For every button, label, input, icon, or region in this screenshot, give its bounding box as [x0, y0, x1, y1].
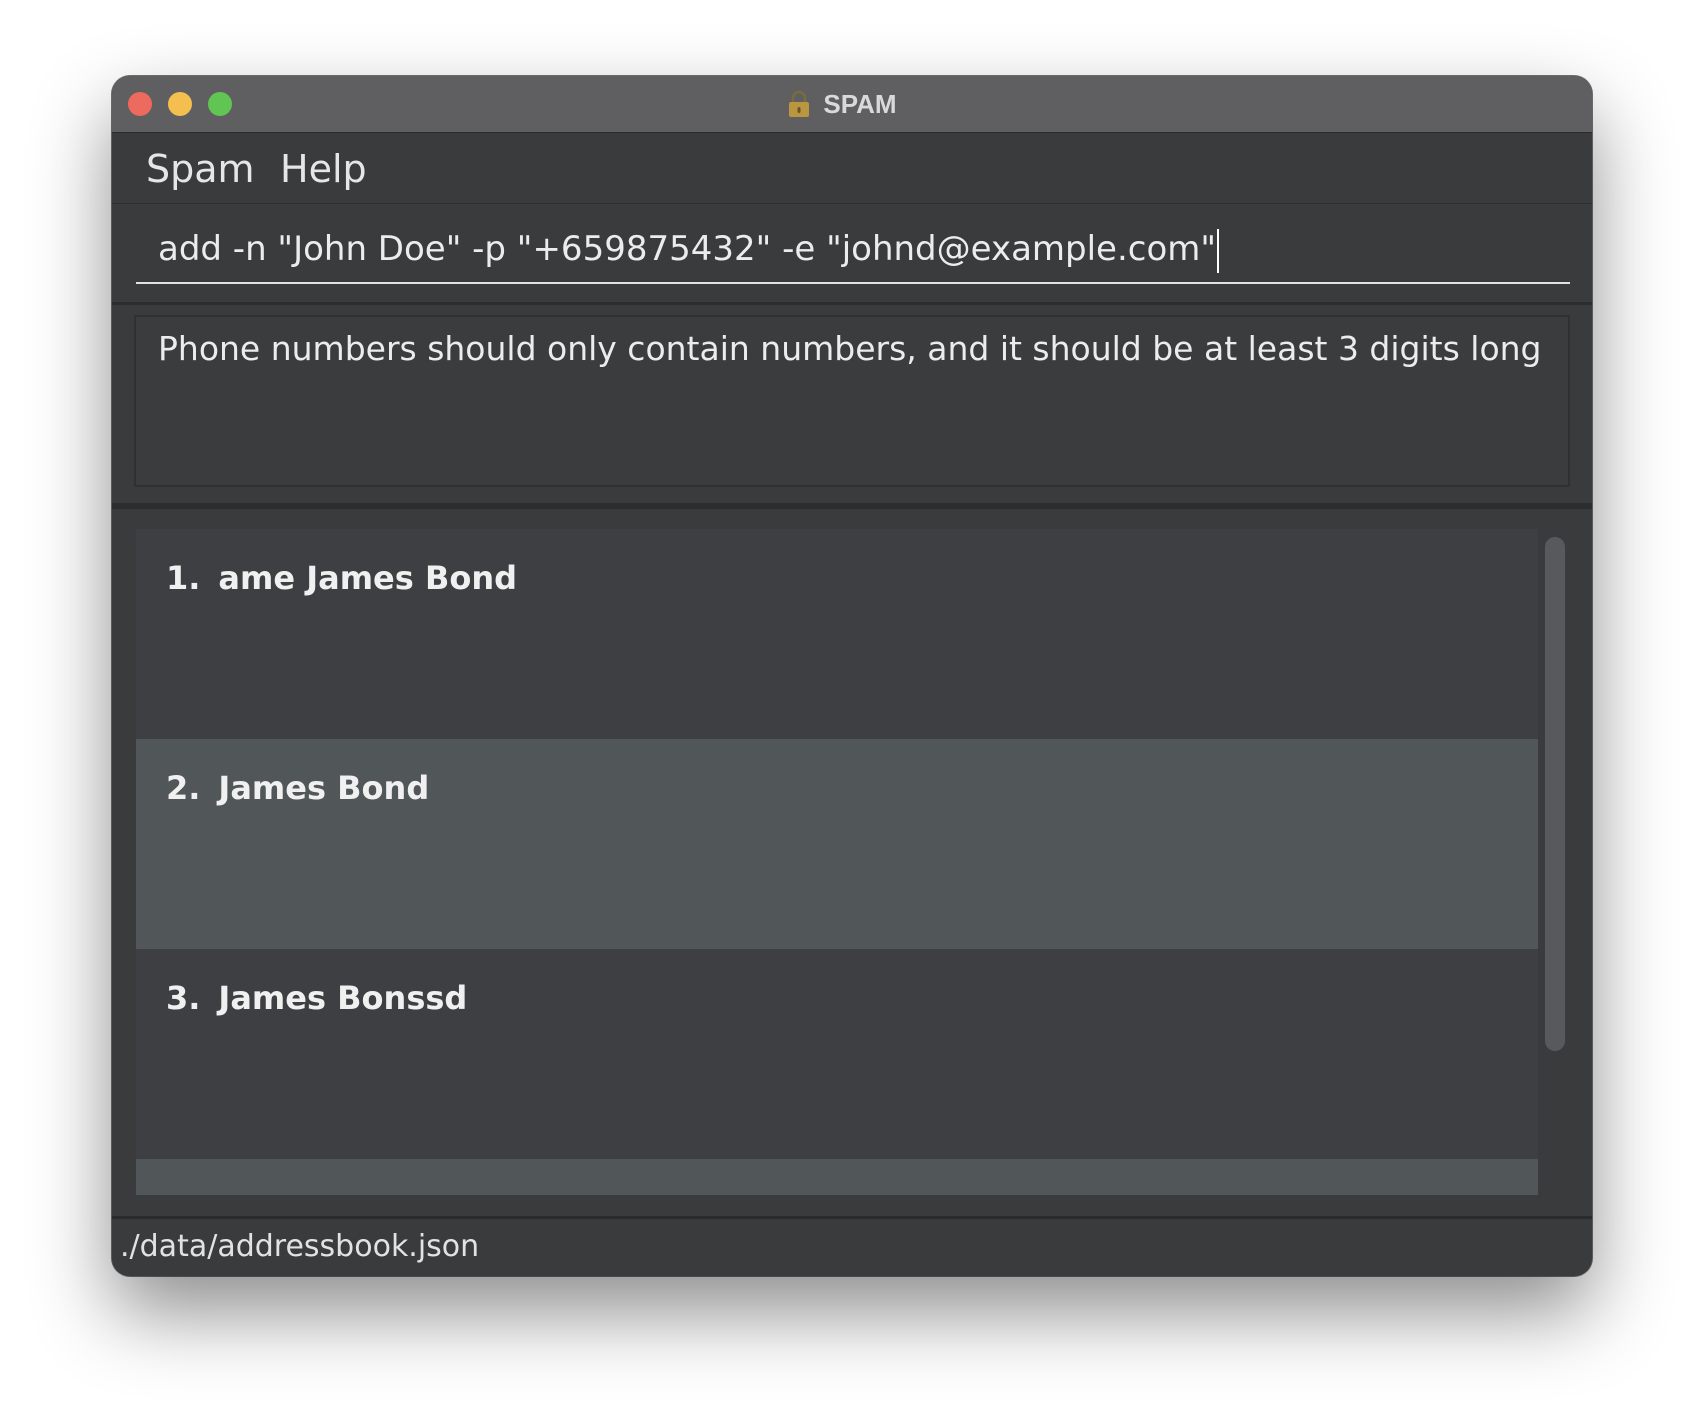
lock-icon	[789, 90, 810, 117]
command-box: add -n "John Doe" -p "+659875432" -e "jo…	[112, 204, 1592, 305]
result-message: Phone numbers should only contain number…	[158, 329, 1542, 368]
window-title: SPAM	[823, 88, 897, 119]
text-caret	[1217, 228, 1220, 273]
list-scrollbar-thumb[interactable]	[1545, 537, 1565, 1051]
person-card-partial[interactable]	[136, 1159, 1538, 1195]
status-bar: ./data/addressbook.json	[112, 1216, 1592, 1276]
menu-spam[interactable]: Spam	[146, 147, 255, 191]
person-card-selected[interactable]: 2. James Bond	[136, 739, 1538, 949]
title-bar[interactable]: SPAM	[112, 76, 1592, 133]
person-name: James Bond	[218, 769, 430, 807]
menu-bar: Spam Help	[112, 133, 1592, 205]
person-index: 1.	[166, 559, 201, 597]
person-index: 2.	[166, 769, 201, 807]
result-display: Phone numbers should only contain number…	[112, 305, 1592, 509]
command-input-text: add -n "John Doe" -p "+659875432" -e "jo…	[158, 229, 1217, 269]
person-card-label: 1. ame James Bond	[166, 559, 517, 597]
person-index: 3.	[166, 979, 201, 1017]
app-window: SPAM Spam Help add -n "John Doe" -p "+65…	[112, 76, 1592, 1276]
command-input[interactable]: add -n "John Doe" -p "+659875432" -e "jo…	[136, 214, 1570, 284]
person-card[interactable]: 3. James Bonssd	[136, 949, 1538, 1159]
person-list[interactable]: 1. ame James Bond 2. James Bond 3. James Bo…	[112, 509, 1592, 1215]
result-box[interactable]: Phone numbers should only contain number…	[134, 315, 1570, 487]
person-name: ame James Bond	[218, 559, 517, 597]
person-name: James Bonssd	[218, 979, 468, 1017]
person-card-label: 3. James Bonssd	[166, 979, 467, 1017]
save-location-path: ./data/addressbook.json	[120, 1229, 480, 1264]
menu-help[interactable]: Help	[280, 147, 367, 191]
person-card-label: 2. James Bond	[166, 769, 429, 807]
person-card[interactable]: 1. ame James Bond	[136, 529, 1538, 739]
title-wrap: SPAM	[112, 76, 1592, 132]
